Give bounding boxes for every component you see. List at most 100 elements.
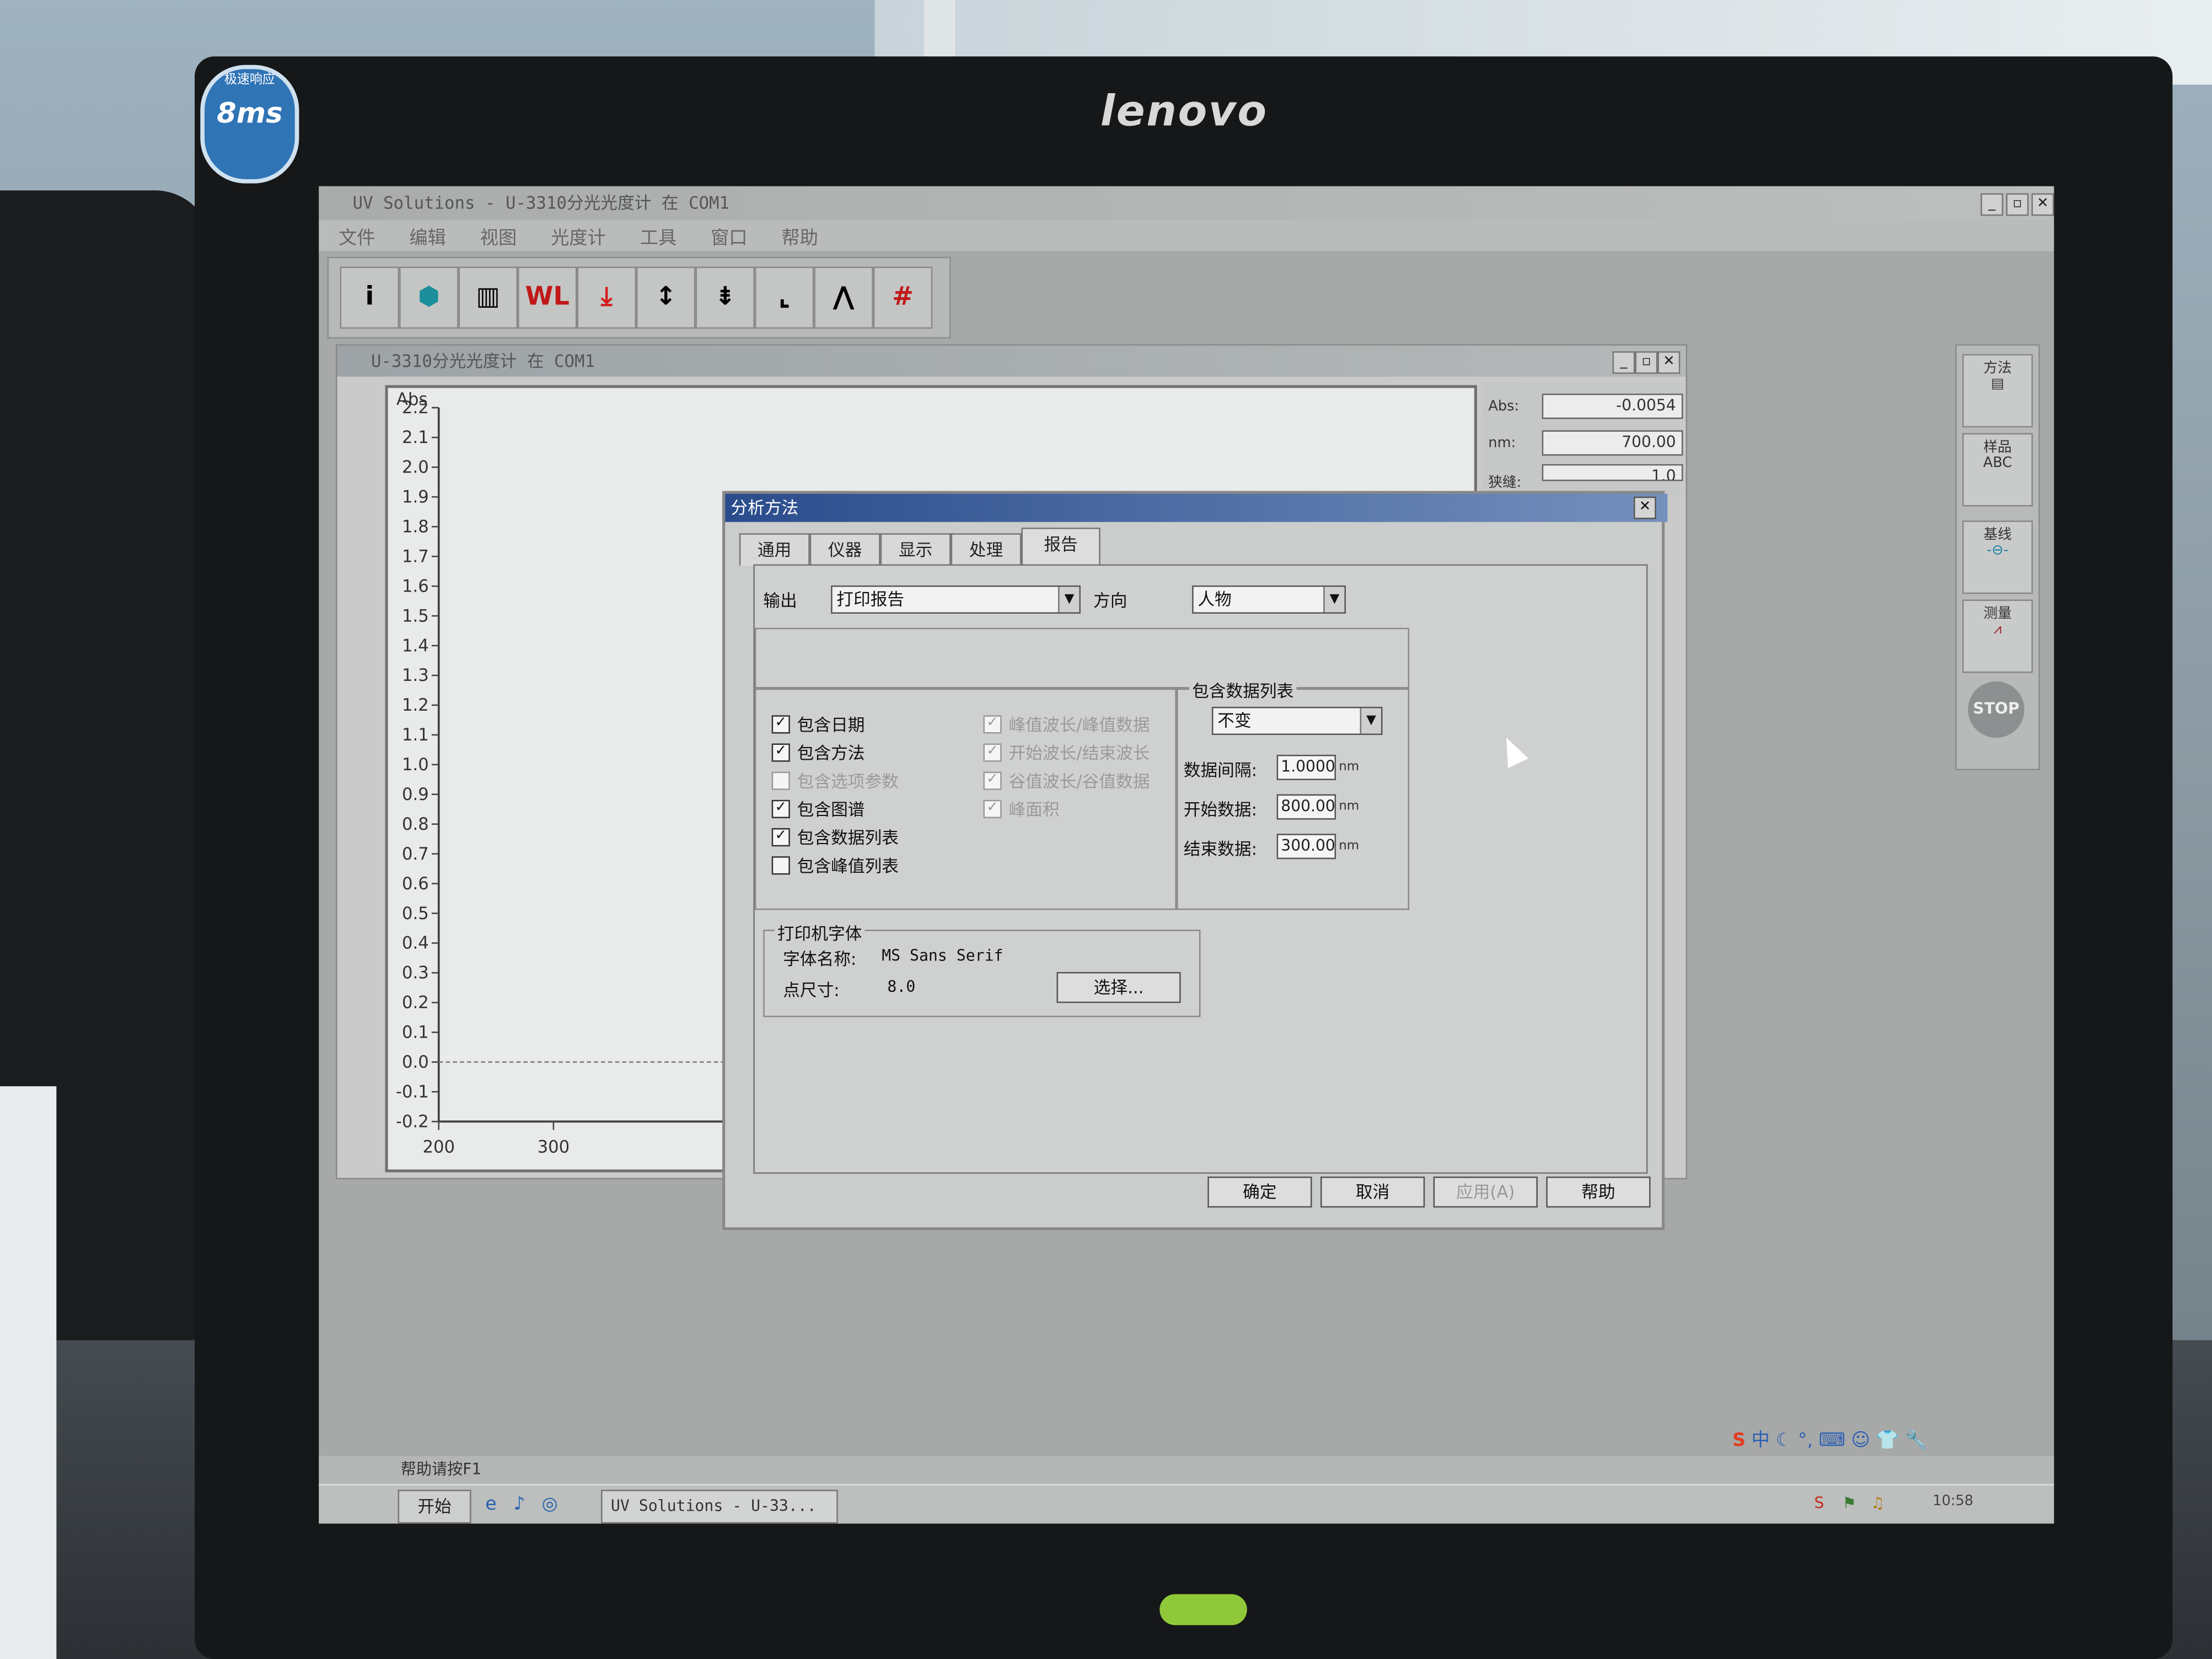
report-option-checkbox[interactable] <box>771 856 790 875</box>
start-button[interactable]: 开始 <box>398 1489 471 1524</box>
menu-photometer[interactable]: 光度计 <box>543 220 615 253</box>
sample-icon[interactable]: ⬢ <box>399 266 459 329</box>
menu-tools[interactable]: 工具 <box>631 220 685 253</box>
tab-report[interactable]: 报告 <box>1021 527 1100 566</box>
sogou-icon[interactable]: S <box>1732 1431 1746 1452</box>
tray-volume-icon[interactable]: ♫ <box>1871 1494 1885 1512</box>
grid-icon[interactable]: # <box>873 266 933 329</box>
select-font-button[interactable]: 选择... <box>1056 971 1181 1003</box>
analysis-method-dialog: 分析方法 ✕ 通用 仪器 显示 处理 报告 输出 打印报告 ▼ 方向 人物 ▼ … <box>722 491 1668 1231</box>
child-close-icon[interactable]: ✕ <box>1657 351 1681 374</box>
report-option-checkbox-label: 包含选项参数 <box>797 771 899 792</box>
menu-edit[interactable]: 编辑 <box>401 220 454 253</box>
slit-label: 狭缝: <box>1488 475 1522 491</box>
ime-toolbar: S 中 ☾ °, ⌨ ☺ 👕 🔧 <box>1732 1425 1975 1456</box>
ime-tool-icon[interactable]: 🔧 <box>1905 1431 1928 1452</box>
menu-view[interactable]: 视图 <box>471 220 525 253</box>
report-option-checkbox[interactable]: ✓ <box>771 743 790 762</box>
tray-network-icon[interactable]: ⚑ <box>1843 1494 1856 1512</box>
chevron-down-icon: ▼ <box>1360 708 1381 734</box>
zoom-icon[interactable]: ⌞ <box>754 266 814 329</box>
book-icon[interactable]: ▥ <box>458 266 518 329</box>
ime-moon-icon[interactable]: ☾ <box>1776 1431 1792 1452</box>
baseline-button[interactable]: 基线 -⊖- <box>1962 520 2033 594</box>
report-option-checkbox[interactable]: ✓ <box>771 715 790 734</box>
info-icon[interactable]: i <box>340 266 400 329</box>
spectrum-window-title: U-3310分光光度计 在 COM1 <box>371 351 595 371</box>
report-option-checkbox <box>771 771 790 790</box>
quicklaunch-ie-icon[interactable]: e <box>485 1494 496 1515</box>
menu-file[interactable]: 文件 <box>330 220 384 253</box>
start-unit: nm <box>1339 799 1360 814</box>
nm-value: 700.00 <box>1542 430 1683 456</box>
method-icon: ▤ <box>1991 377 2005 393</box>
tab-processing[interactable]: 处理 <box>951 533 1022 566</box>
report-option-checkbox-label: 包含峰值列表 <box>797 856 899 876</box>
quicklaunch-desktop-icon[interactable]: ◎ <box>542 1494 558 1515</box>
sticker-main-text: 8ms <box>217 95 283 130</box>
taskbar-item-uv-solutions[interactable]: UV Solutions - U-33... <box>601 1489 838 1524</box>
report-option-checkbox[interactable]: ✓ <box>771 799 790 819</box>
quicklaunch-media-icon[interactable]: ♪ <box>513 1494 525 1515</box>
ime-punct-icon[interactable]: °, <box>1798 1431 1813 1452</box>
taskbar: 开始 e ♪ ◎ UV Solutions - U-33... S ⚑ ♫ 10… <box>319 1484 2054 1524</box>
direction-select[interactable]: 人物 ▼ <box>1192 585 1346 614</box>
apply-button[interactable]: 应用(A) <box>1433 1176 1538 1208</box>
output-select-value: 打印报告 <box>836 589 905 610</box>
ime-keyboard-icon[interactable]: ⌨ <box>1819 1431 1845 1452</box>
ok-button[interactable]: 确定 <box>1207 1176 1312 1208</box>
tab-display[interactable]: 显示 <box>880 533 951 566</box>
baseline-icon: -⊖- <box>1986 543 2009 559</box>
y-tick-label: 1.3 <box>402 666 429 685</box>
datalist-select[interactable]: 不变 ▼ <box>1211 706 1383 735</box>
cancel-button[interactable]: 取消 <box>1320 1176 1425 1208</box>
restore-icon[interactable]: ▫ <box>2006 193 2029 216</box>
menu-window[interactable]: 窗口 <box>702 220 756 253</box>
baseline-icon[interactable]: ⤓ <box>577 266 636 329</box>
output-select[interactable]: 打印报告 ▼ <box>831 585 1081 614</box>
monitor-brand-logo: lenovo <box>1100 87 1268 137</box>
sample-button[interactable]: 样品 ABC <box>1962 433 2033 507</box>
dialog-title: 分析方法 <box>731 498 799 518</box>
cup <box>0 1086 57 1659</box>
y-tick-group: 2.2 2.1 2.0 1.9 1.8 1.7 1.6 1.5 1.4 1.3 1.2 1.1 1.0 0… <box>396 399 439 1131</box>
start-input[interactable]: 800.00 <box>1276 794 1336 820</box>
child-minimize-icon[interactable]: _ <box>1612 351 1635 374</box>
spectrum-window-titlebar: U-3310分光光度计 在 COM1 <box>337 345 1686 377</box>
y-tick-label: 0.9 <box>402 785 429 804</box>
method-button[interactable]: 方法 ▤ <box>1962 354 2033 428</box>
ime-skin-icon[interactable]: 👕 <box>1876 1431 1899 1452</box>
y-tick-label: -0.2 <box>396 1112 429 1131</box>
y-tick-label: 0.8 <box>402 815 429 834</box>
wavelength-icon[interactable]: WL <box>518 266 577 329</box>
tab-instrument[interactable]: 仪器 <box>809 533 880 566</box>
start-label: 开始数据: <box>1183 799 1257 820</box>
child-maximize-icon[interactable]: ▫ <box>1635 351 1658 374</box>
close-icon[interactable]: ✕ <box>2031 193 2054 216</box>
help-button[interactable]: 帮助 <box>1546 1176 1651 1208</box>
ime-mode[interactable]: 中 <box>1752 1431 1770 1452</box>
measurement-panel: 方法 ▤ 样品 ABC 基线 -⊖- 测量 ⩘ STOP <box>1955 344 2040 771</box>
measure-button[interactable]: 测量 ⩘ <box>1962 599 2033 673</box>
peak-icon[interactable]: ⋀ <box>814 266 873 329</box>
y-tick-label: 2.0 <box>402 458 429 477</box>
stop-button[interactable]: STOP <box>1968 681 2025 738</box>
dialog-close-icon[interactable]: ✕ <box>1633 496 1656 519</box>
method-label: 方法 <box>1983 361 2012 377</box>
end-input[interactable]: 300.00 <box>1276 834 1336 860</box>
menu-help[interactable]: 帮助 <box>773 220 826 253</box>
status-bar: 帮助请按F1 <box>319 1456 2054 1484</box>
interval-label: 数据间隔: <box>1183 760 1257 780</box>
tray-sogou-icon[interactable]: S <box>1814 1494 1824 1512</box>
interval-input[interactable]: 1.0000 <box>1276 754 1336 780</box>
y-tick-label: 2.1 <box>402 428 429 448</box>
scale-expand-icon[interactable]: ↕ <box>636 266 696 329</box>
ime-user-icon[interactable]: ☺ <box>1851 1431 1870 1452</box>
minimize-icon[interactable]: _ <box>1980 193 2004 216</box>
report-option-checkbox[interactable]: ✓ <box>771 828 790 847</box>
tab-general[interactable]: 通用 <box>739 533 810 566</box>
power-led <box>1159 1594 1247 1625</box>
scale-compress-icon[interactable]: ⇟ <box>695 266 755 329</box>
x-tick-group: 200 300 <box>422 1121 570 1157</box>
baseline-label: 基线 <box>1983 527 2012 544</box>
